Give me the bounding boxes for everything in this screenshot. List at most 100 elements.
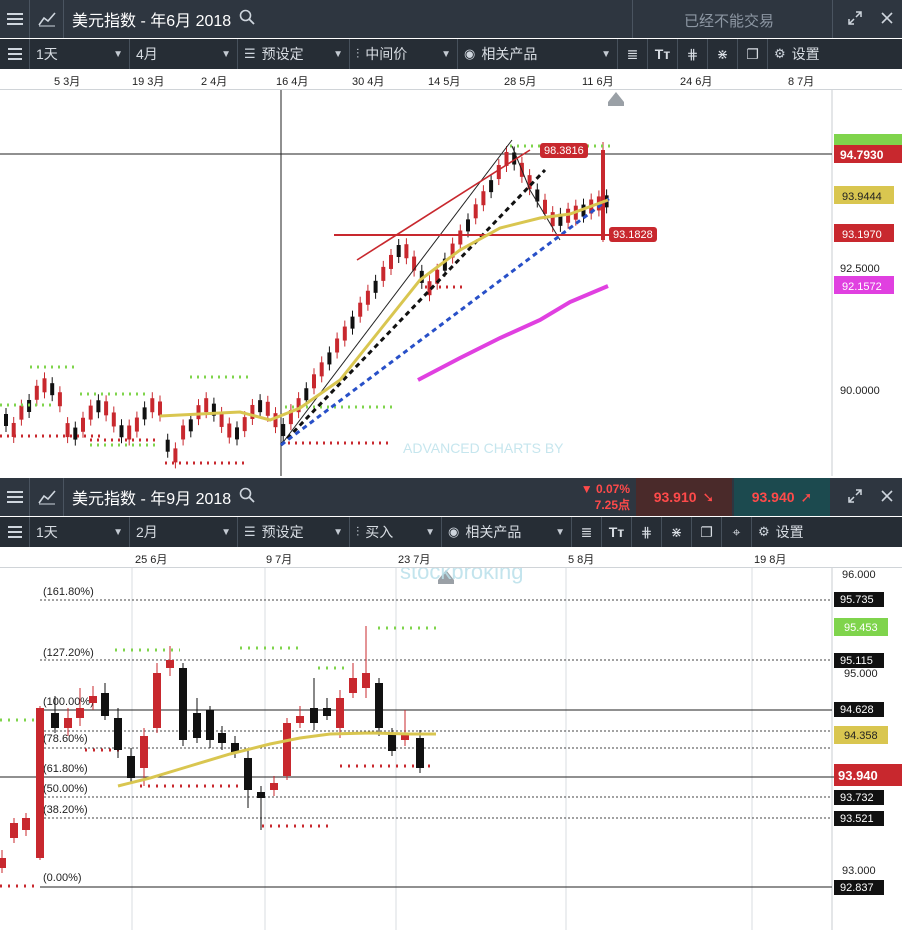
related-products-dropdown[interactable]: ◉ 相关产品 ▼ [442,517,572,547]
candle-body [258,400,263,413]
range-dropdown[interactable]: 2月 ▼ [130,517,238,547]
candle-body [179,668,187,740]
candle-body [283,723,291,776]
top-chart-canvas[interactable]: 94.7930 93.9444 93.1970 92.5000 92.1572 … [0,90,902,476]
candle-body [381,266,386,281]
list-tool-icon[interactable]: ≣ [618,39,648,69]
top-chart-title[interactable]: 美元指数 - 年6月 2018 [72,7,231,31]
eye-icon: ◉ [448,524,460,539]
magnifier-icon[interactable] [239,9,255,30]
price-type-dropdown[interactable]: ⫶ 中间价 ▼ [350,39,458,69]
price-change: ▼ 0.07% 7.25点 [566,482,630,512]
interval-dropdown[interactable]: 1天 ▼ [30,517,130,547]
template-dropdown[interactable]: ☰ 预设定 ▼ [238,39,350,69]
bottom-chart-canvas[interactable]: (161.80%) (127.20%) (100.00%) (78.60%) (… [0,559,902,930]
sell-quote-button[interactable]: 93.910 ➘ [636,478,732,516]
candle-body [165,439,170,452]
fibonacci-retracement[interactable] [0,599,902,888]
copy-tool-icon[interactable]: ❐ [692,517,722,547]
bottom-candles [0,626,424,873]
list-tool-icon[interactable]: ≣ [572,517,602,547]
candle-body [150,398,155,413]
moving-average-line [159,198,609,422]
settings-button[interactable]: ⚙ 设置 [768,39,860,69]
support-price-label: 93.1970 [842,229,882,241]
trade-dropdown[interactable]: ⫶ 买入 ▼ [350,517,442,547]
toolbar-menu-icon[interactable] [0,39,30,69]
candle-body [158,401,162,416]
arrow-up-icon: ➚ [800,488,813,505]
bottom-price-chart[interactable]: (161.80%) (127.20%) (100.00%) (78.60%) (… [0,559,902,930]
chevron-down-icon: ▼ [221,526,231,538]
crosshair-tool-icon[interactable]: ⌖ [722,517,752,547]
restore-window-icon[interactable] [842,483,868,509]
candle-body [204,398,209,413]
settings-button[interactable]: ⚙ 设置 [752,517,824,547]
date-tick: 5 8月 [568,554,595,566]
trendline-upper[interactable] [280,139,513,446]
range-label: 2月 [136,524,158,540]
candle-body [350,316,355,329]
bottom-date-axis: 25 6月 9 7月 23 7月 5 8月 19 8月 [0,548,902,568]
candle-body [101,693,109,716]
candle-body [323,708,331,716]
bottom-chart-toolbar: 1天 ▼ 2月 ▼ ☰ 预设定 ▼ ⫶ 买入 ▼ ◉ 相关产品 ▼ ≣ Tт ⋕ ⋇ ❐ ⌖ ⚙… [0,517,902,547]
current-date-marker[interactable] [608,92,624,102]
line-chart-icon[interactable] [30,0,64,38]
pattern-tool-icon[interactable]: ⋇ [708,39,738,69]
settings-label: 设置 [791,46,820,62]
bottom-price-labels: 96.000 95.735 95.453 95.115 95.000 94.62… [834,569,902,895]
interval-label: 1天 [36,524,58,540]
candle-body [296,716,304,723]
fib-label: (100.00%) [43,696,94,708]
date-tick: 23 7月 [398,554,431,566]
close-icon[interactable] [874,483,900,509]
candle-body [0,858,6,868]
date-tick: 9 7月 [266,554,293,566]
date-tick: 25 6月 [135,554,168,566]
trendline-dashed-black[interactable] [279,168,547,447]
close-icon[interactable] [874,5,900,31]
candle-body [244,758,252,790]
pattern-tool-icon[interactable]: ⋇ [662,517,692,547]
chevron-down-icon: ▼ [113,526,123,538]
grid-tool-icon[interactable]: ⋕ [678,39,708,69]
candle-body [127,425,132,440]
date-tick: 8 7月 [788,76,815,88]
text-tool-icon[interactable]: Tт [648,39,678,69]
candle-body [481,191,486,206]
change-points: 7.25点 [594,498,630,512]
hamburger-icon[interactable] [0,478,30,516]
candle-body [22,818,30,830]
candle-body [242,417,247,432]
ma-price-label: 93.9444 [842,191,882,203]
magnifier-icon[interactable] [239,487,255,508]
template-dropdown[interactable]: ☰ 预设定 ▼ [238,517,350,547]
text-tool-icon[interactable]: Tт [602,517,632,547]
candle-body [42,378,47,393]
date-tick: 2 4月 [201,76,228,88]
line-chart-icon[interactable] [30,478,64,516]
chevron-down-icon: ▼ [441,48,451,60]
candle-body [73,427,78,440]
buy-quote-button[interactable]: 93.940 ➚ [734,478,830,516]
restore-window-icon[interactable] [842,5,868,31]
toolbar-menu-icon[interactable] [0,517,30,547]
copy-tool-icon[interactable]: ❐ [738,39,768,69]
candle-body [404,244,409,259]
trading-status: 已经不能交易 [684,13,775,30]
hamburger-icon[interactable] [0,0,30,38]
related-products-dropdown[interactable]: ◉ 相关产品 ▼ [458,39,618,69]
grid-tool-icon[interactable]: ⋕ [632,517,662,547]
date-tick: 28 5月 [504,76,537,88]
channel-upper-red[interactable] [356,149,531,261]
interval-dropdown[interactable]: 1天 ▼ [30,39,130,69]
bottom-chart-title[interactable]: 美元指数 - 年9月 2018 [72,485,231,509]
top-price-chart[interactable]: 94.7930 93.9444 93.1970 92.5000 92.1572 … [0,90,902,476]
range-dropdown[interactable]: 4月 ▼ [130,39,238,69]
top-chart-toolbar: 1天 ▼ 4月 ▼ ☰ 预设定 ▼ ⫶ 中间价 ▼ ◉ 相关产品 ▼ ≣ Tт ⋕ ⋇ ❐ ⚙ 设… [0,39,902,69]
candle-body [206,710,214,740]
top-candles [4,142,609,469]
buy-price: 93.940 [751,489,795,505]
candle-body [196,405,201,420]
